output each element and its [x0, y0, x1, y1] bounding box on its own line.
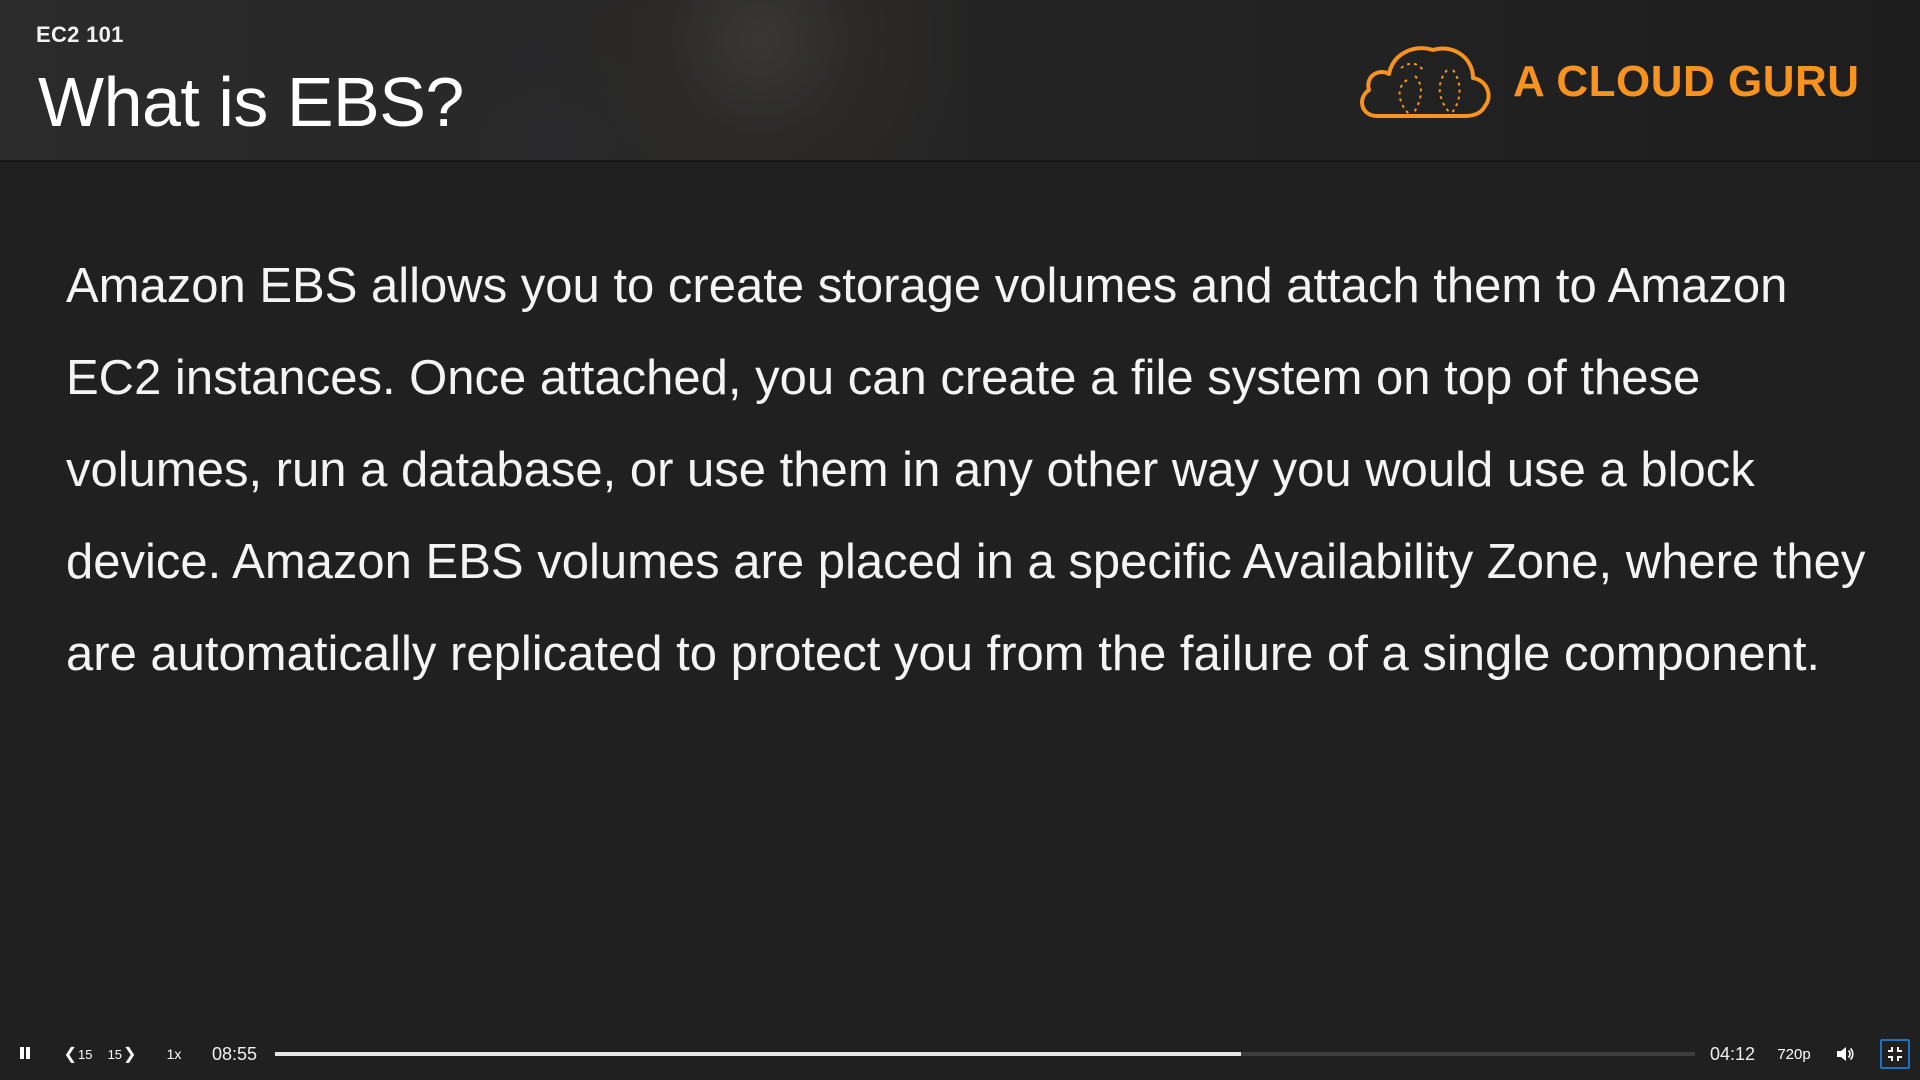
video-player: EC2 101 What is EBS? A CLOUD GURU Amazon… — [0, 0, 1920, 1080]
rewind-15-button[interactable]: ❮ 15 — [62, 1036, 94, 1072]
remaining-time: 04:12 — [1710, 1043, 1756, 1064]
forward-label: 15 — [107, 1046, 123, 1062]
progress-bar[interactable] — [275, 1052, 1695, 1056]
pause-icon — [19, 1046, 31, 1062]
slide-title: What is EBS? — [38, 63, 464, 141]
quality-button[interactable]: 720p — [1776, 1036, 1812, 1072]
pause-button[interactable] — [12, 1036, 38, 1072]
current-time: 08:55 — [212, 1043, 258, 1064]
progress-fill — [275, 1052, 1241, 1056]
rewind-icon: ❮ — [63, 1046, 77, 1063]
player-controls: ❮ 15 15 ❯ 1x 08:55 04:12 720p — [0, 1036, 1920, 1072]
slide-body-text: Amazon EBS allows you to create storage … — [66, 259, 1866, 681]
slide-header: EC2 101 What is EBS? A CLOUD GURU — [0, 0, 1920, 162]
cloud-logo-icon — [1360, 46, 1491, 118]
forward-icon: ❯ — [123, 1046, 137, 1063]
exit-fullscreen-button[interactable] — [1880, 1039, 1910, 1069]
brand-name: A CLOUD GURU — [1513, 57, 1860, 106]
brand-logo: A CLOUD GURU — [1355, 40, 1860, 124]
rewind-label: 15 — [77, 1046, 93, 1062]
volume-button[interactable] — [1832, 1036, 1858, 1072]
course-label: EC2 101 — [36, 22, 124, 47]
speaker-icon — [1837, 1047, 1854, 1061]
exit-fullscreen-icon — [1888, 1047, 1902, 1061]
playback-speed-button[interactable]: 1x — [160, 1036, 188, 1072]
forward-15-button[interactable]: 15 ❯ — [106, 1036, 138, 1072]
